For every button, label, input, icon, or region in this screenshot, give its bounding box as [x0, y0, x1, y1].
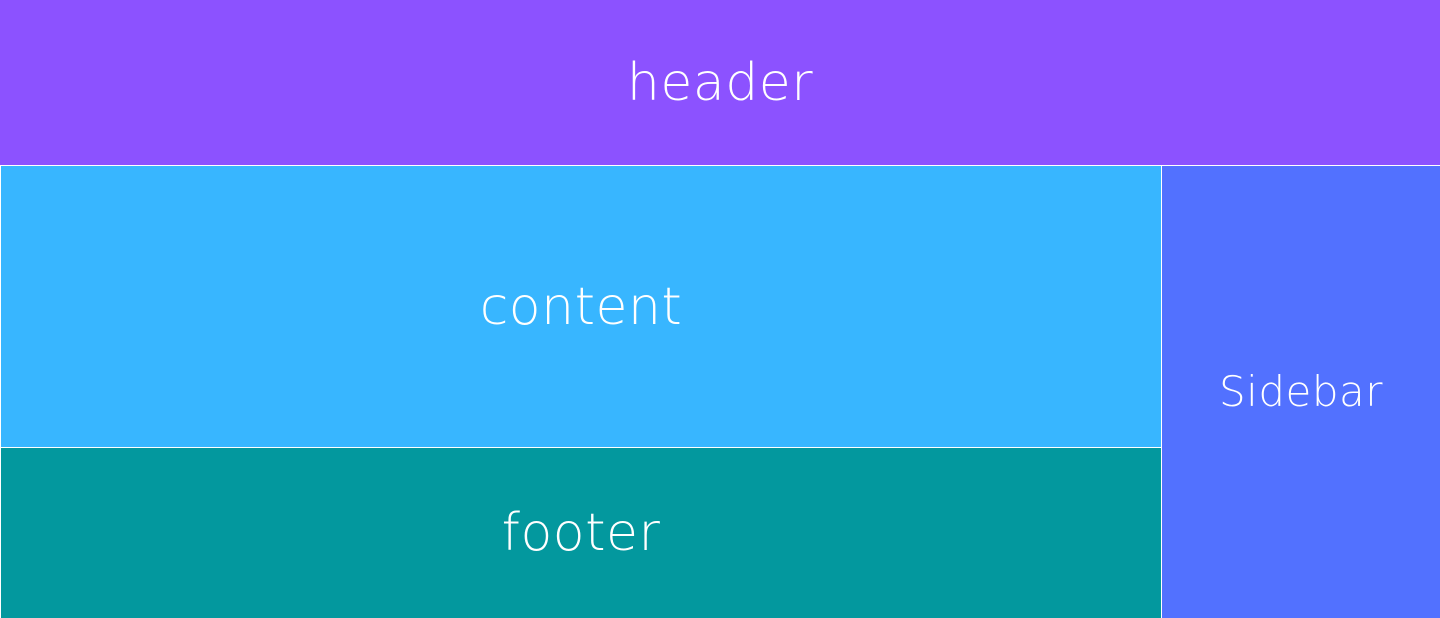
content-label: content	[479, 276, 683, 337]
footer-region: footer	[1, 448, 1161, 618]
sidebar-region: Sidebar	[1162, 166, 1440, 618]
footer-label: footer	[501, 503, 661, 563]
layout-diagram: header content footer Sidebar	[0, 0, 1440, 618]
content-region: content	[1, 166, 1161, 447]
sidebar-label: Sidebar	[1219, 367, 1383, 416]
header-label: header	[626, 52, 814, 113]
header-region: header	[0, 0, 1440, 165]
